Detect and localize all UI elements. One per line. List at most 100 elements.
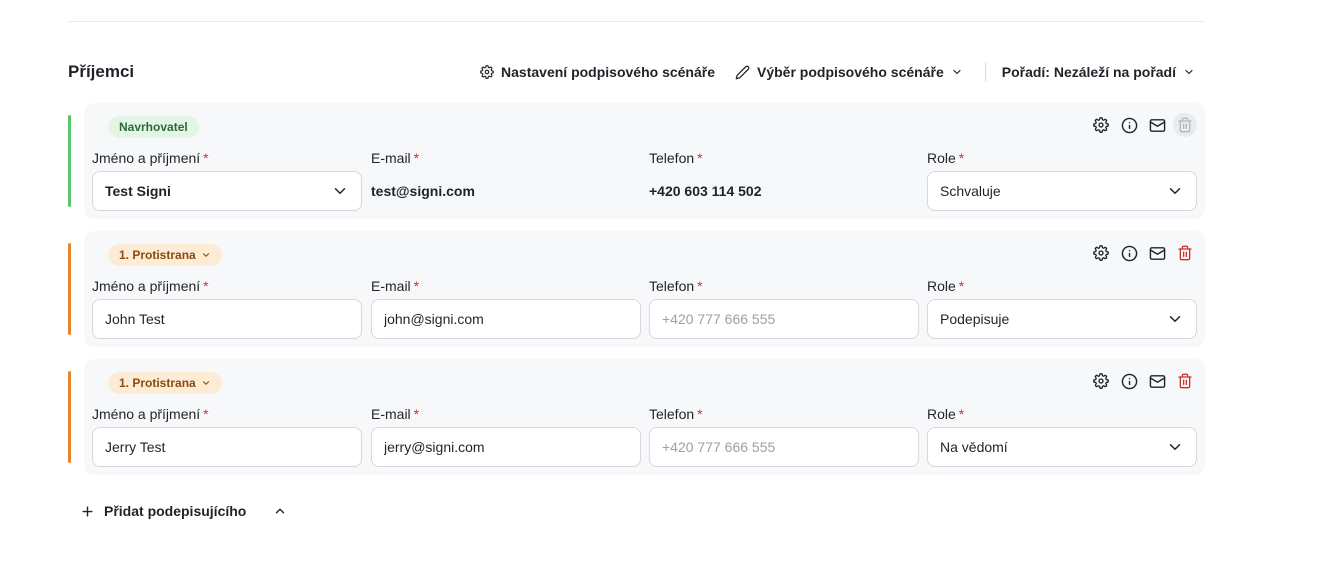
trash-icon	[1178, 373, 1192, 389]
email-label: E-mail	[371, 278, 411, 294]
name-input[interactable]	[105, 311, 349, 327]
top-divider	[68, 21, 1205, 22]
signing-scenario-settings-button[interactable]: Nastavení podpisového scénáře	[470, 56, 725, 88]
recipient-settings-button[interactable]	[1089, 241, 1113, 265]
gear-icon	[1093, 373, 1109, 389]
recipient-actions	[1089, 241, 1197, 265]
phone-label: Telefon	[649, 278, 695, 294]
add-signer-toggle[interactable]	[268, 499, 292, 523]
recipient-info-button[interactable]	[1117, 241, 1141, 265]
name-input[interactable]	[105, 439, 349, 455]
recipient-accent-bar	[68, 243, 71, 335]
phone-input-box	[649, 427, 919, 467]
recipient-delete-button[interactable]	[1173, 113, 1197, 137]
phone-input[interactable]	[662, 439, 906, 455]
signing-scenario-select-label: Výběr podpisového scénáře	[757, 64, 944, 80]
pencil-icon	[735, 65, 750, 79]
chevron-down-icon	[334, 188, 346, 194]
phone-label: Telefon	[649, 150, 695, 166]
role-field: Role *	[927, 150, 1197, 166]
name-field: Jméno a příjmení *	[92, 406, 362, 422]
email-label: E-mail	[371, 406, 411, 422]
required-mark: *	[203, 406, 209, 422]
recipient-email-button[interactable]	[1145, 369, 1169, 393]
gear-icon	[1093, 117, 1109, 133]
add-signer-row: Přidat podepisujícího	[80, 498, 292, 524]
required-mark: *	[697, 278, 703, 294]
chevron-down-icon	[202, 381, 209, 385]
email-value: test@signi.com	[371, 183, 475, 199]
recipient-card: 1. Protistrana Jméno a příjmení* E-mail*	[68, 359, 1205, 475]
recipient-card: Navrhovatel Jméno a příjmení * Test Signi	[68, 103, 1205, 219]
name-label: Jméno a příjmení	[92, 278, 201, 294]
phone-input-box	[649, 299, 919, 339]
email-input[interactable]	[384, 311, 628, 327]
header-actions: Nastavení podpisového scénáře Výběr podp…	[470, 56, 1205, 88]
signing-scenario-select-button[interactable]: Výběr podpisového scénáře	[725, 56, 973, 88]
recipient-badge-label: 1. Protistrana	[119, 376, 196, 390]
required-mark: *	[958, 406, 965, 422]
trash-icon	[1178, 117, 1192, 133]
recipient-settings-button[interactable]	[1089, 113, 1113, 137]
role-value: Podepisuje	[940, 311, 1010, 327]
recipient-info-button[interactable]	[1117, 113, 1141, 137]
recipient-email-button[interactable]	[1145, 113, 1169, 137]
role-select[interactable]: Schvaluje	[927, 171, 1197, 211]
chevron-up-icon	[276, 508, 285, 514]
role-select[interactable]: Na vědomí	[927, 427, 1197, 467]
role-select[interactable]: Podepisuje	[927, 299, 1197, 339]
phone-field: Telefon *	[649, 406, 919, 422]
gear-icon	[480, 65, 494, 79]
email-input-box	[371, 299, 641, 339]
recipient-panel: Navrhovatel Jméno a příjmení * Test Signi	[84, 103, 1205, 219]
recipient-card: 1. Protistrana Jméno a příjmení* E-mail*	[68, 231, 1205, 347]
order-select-label: Pořadí: Nezáleží na pořadí	[1001, 64, 1176, 80]
recipient-settings-button[interactable]	[1089, 369, 1113, 393]
recipient-role-badge: Navrhovatel	[108, 116, 199, 138]
phone-input[interactable]	[662, 311, 906, 327]
header-separator	[984, 62, 986, 82]
email-field: E-mail *	[371, 278, 641, 294]
recipient-actions	[1089, 113, 1197, 137]
recipient-party-select[interactable]: 1. Protistrana	[108, 244, 222, 266]
recipient-accent-bar	[68, 115, 71, 207]
email-input[interactable]	[384, 439, 628, 455]
role-label: Role	[927, 150, 956, 166]
recipient-info-button[interactable]	[1117, 369, 1141, 393]
add-signer-button[interactable]: Přidat podepisujícího	[80, 503, 246, 519]
recipient-delete-button[interactable]	[1173, 369, 1197, 393]
page-title: Příjemci	[68, 62, 135, 81]
recipient-accent-bar	[68, 371, 71, 463]
name-input-box	[92, 427, 362, 467]
plus-icon	[82, 505, 93, 517]
mail-icon	[1149, 246, 1165, 260]
phone-value: +420 603 114 502	[649, 183, 762, 199]
recipient-party-select[interactable]: 1. Protistrana	[108, 372, 222, 394]
name-select[interactable]: Test Signi	[92, 171, 362, 211]
chevron-down-icon	[1169, 316, 1181, 322]
recipient-email-button[interactable]	[1145, 241, 1169, 265]
role-field: Role *	[927, 406, 1197, 422]
required-mark: *	[958, 150, 965, 166]
role-label: Role	[927, 406, 956, 422]
trash-icon	[1178, 245, 1192, 261]
info-icon	[1121, 373, 1137, 389]
required-mark: *	[697, 150, 703, 166]
required-mark: *	[413, 150, 420, 166]
mail-icon	[1149, 374, 1165, 388]
chevron-down-icon	[953, 69, 961, 75]
email-label: E-mail	[371, 150, 411, 166]
info-icon	[1121, 245, 1137, 261]
recipient-badge-label: Navrhovatel	[119, 120, 188, 134]
email-field: E-mail *	[371, 406, 641, 422]
required-mark: *	[697, 406, 703, 422]
role-field: Role *	[927, 278, 1197, 294]
order-select-button[interactable]: Pořadí: Nezáleží na pořadí	[992, 56, 1205, 88]
required-mark: *	[203, 278, 209, 294]
chevron-down-icon	[1185, 69, 1193, 75]
name-label: Jméno a příjmení	[92, 150, 201, 166]
recipient-actions	[1089, 369, 1197, 393]
chevron-down-icon	[202, 253, 209, 257]
recipient-delete-button[interactable]	[1173, 241, 1197, 265]
name-label: Jméno a příjmení	[92, 406, 201, 422]
